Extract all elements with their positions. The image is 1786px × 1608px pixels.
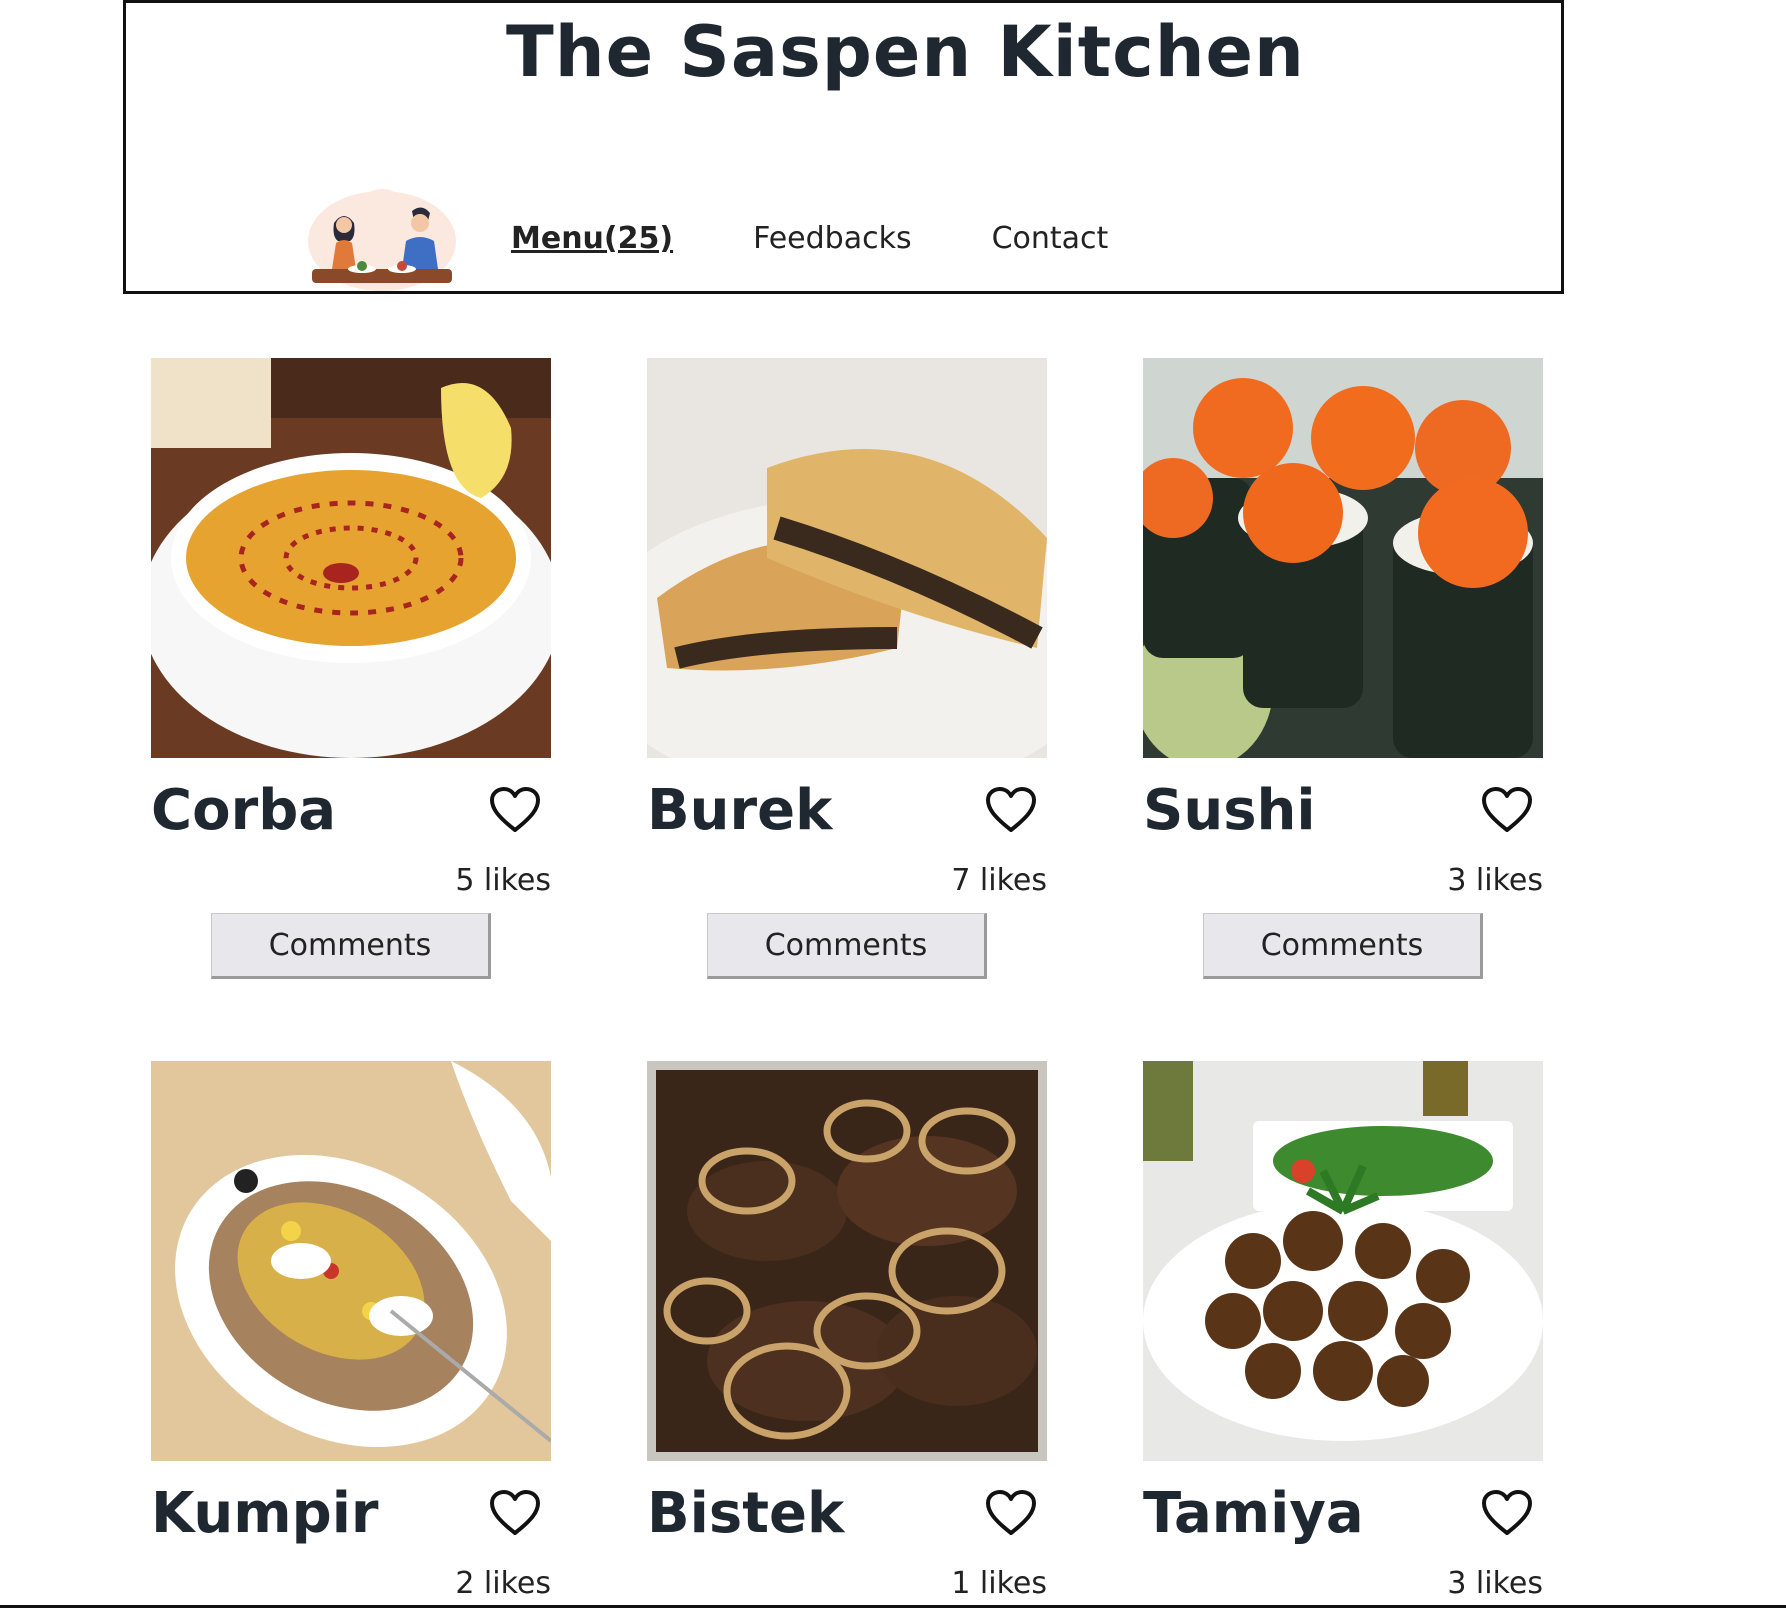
nav-feedbacks-link[interactable]: Feedbacks xyxy=(753,221,912,256)
likes-count: 7 likes xyxy=(951,863,1047,898)
food-photo xyxy=(151,358,551,758)
heart-icon[interactable] xyxy=(985,1489,1037,1539)
heart-icon[interactable] xyxy=(1481,1489,1533,1539)
menu-item-name: Bistek xyxy=(647,1481,845,1546)
likes-count: 3 likes xyxy=(1447,1566,1543,1601)
food-photo xyxy=(1143,1061,1543,1461)
nav-contact-link[interactable]: Contact xyxy=(992,221,1109,256)
heart-icon[interactable] xyxy=(985,786,1037,836)
heart-icon[interactable] xyxy=(489,1489,541,1539)
likes-count: 3 likes xyxy=(1447,863,1543,898)
menu-card: Kumpir 2 likes xyxy=(151,1061,551,1601)
menu-card: Corba 5 likes Comments xyxy=(151,358,551,979)
likes-count: 1 likes xyxy=(951,1566,1047,1601)
menu-item-name: Sushi xyxy=(1143,778,1316,843)
menu-item-name: Corba xyxy=(151,778,337,843)
menu-card: Sushi 3 likes Comments xyxy=(1143,358,1543,979)
food-photo xyxy=(647,1061,1047,1461)
menu-item-name: Kumpir xyxy=(151,1481,379,1546)
heart-icon[interactable] xyxy=(1481,786,1533,836)
menu-item-name: Tamiya xyxy=(1143,1481,1364,1546)
likes-count: 5 likes xyxy=(455,863,551,898)
food-photo xyxy=(647,358,1047,758)
restaurant-logo xyxy=(308,189,456,291)
menu-card: Tamiya 3 likes xyxy=(1143,1061,1543,1601)
food-photo xyxy=(1143,358,1543,758)
menu-item-name: Burek xyxy=(647,778,833,843)
food-photo xyxy=(151,1061,551,1461)
likes-count: 2 likes xyxy=(455,1566,551,1601)
comments-button[interactable]: Comments xyxy=(1203,913,1483,979)
heart-icon[interactable] xyxy=(489,786,541,836)
menu-card: Bistek 1 likes xyxy=(647,1061,1047,1601)
main-nav: Menu(25) Feedbacks Contact xyxy=(511,221,1108,256)
site-header: The Saspen Kitchen Menu(25) Feedbacks Co… xyxy=(123,0,1564,294)
site-title: The Saspen Kitchen xyxy=(506,11,1305,93)
comments-button[interactable]: Comments xyxy=(707,913,987,979)
nav-menu-link[interactable]: Menu(25) xyxy=(511,221,673,256)
comments-button[interactable]: Comments xyxy=(211,913,491,979)
menu-card: Burek 7 likes Comments xyxy=(647,358,1047,979)
